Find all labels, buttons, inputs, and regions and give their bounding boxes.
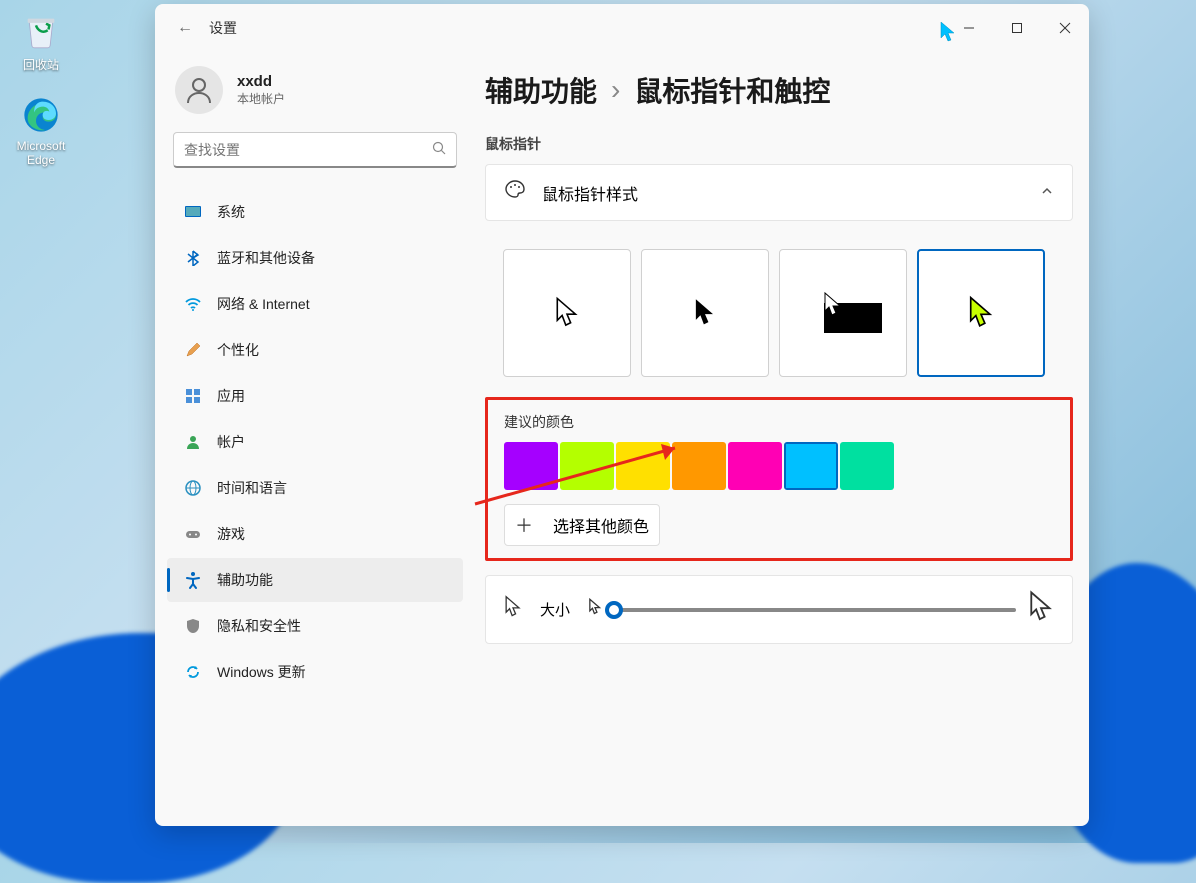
nav-label: 系统 (217, 202, 245, 222)
pointer-size-row: 大小 (485, 575, 1073, 644)
update-icon (183, 662, 203, 682)
breadcrumb-parent[interactable]: 辅助功能 (485, 70, 597, 110)
color-swatch-teal[interactable] (840, 442, 894, 490)
app-title: 设置 (209, 18, 237, 38)
nav-label: 帐户 (217, 432, 245, 452)
display-icon (183, 202, 203, 222)
brush-icon (183, 340, 203, 360)
pointer-style-grid (485, 229, 1073, 391)
edge-browser-icon[interactable]: Microsoft Edge (6, 93, 76, 167)
palette-icon (504, 179, 526, 206)
person-icon (183, 432, 203, 452)
nav-item-personalization[interactable]: 个性化 (167, 328, 463, 372)
chevron-up-icon (1040, 184, 1054, 201)
search-icon (432, 141, 446, 158)
search-input-container[interactable] (173, 132, 457, 168)
minimize-button[interactable] (945, 4, 993, 52)
sidebar: xxdd 本地帐户 系统 蓝牙和其他设备 (155, 52, 475, 826)
wifi-icon (183, 294, 203, 314)
color-swatch-purple[interactable] (504, 442, 558, 490)
nav-item-bluetooth[interactable]: 蓝牙和其他设备 (167, 236, 463, 280)
cursor-small-icon (588, 598, 602, 621)
pointer-style-black[interactable] (641, 249, 769, 377)
accessibility-icon (183, 570, 203, 590)
back-button[interactable]: ← (167, 10, 203, 46)
pointer-style-header[interactable]: 鼠标指针样式 (485, 164, 1073, 221)
user-card[interactable]: xxdd 本地帐户 (163, 60, 467, 132)
settings-window: ← 设置 xxdd 本地帐户 (155, 4, 1089, 826)
color-swatch-yellow[interactable] (616, 442, 670, 490)
user-subtitle: 本地帐户 (237, 90, 285, 107)
suggested-colors-section: 建议的颜色 ＋ 选择其他颜色 (485, 397, 1073, 561)
avatar (175, 66, 223, 114)
suggested-colors-label: 建议的颜色 (504, 412, 1054, 432)
size-label: 大小 (540, 599, 570, 620)
nav-label: 应用 (217, 386, 245, 406)
nav-item-network[interactable]: 网络 & Internet (167, 282, 463, 326)
nav-item-windows-update[interactable]: Windows 更新 (167, 650, 463, 694)
slider-thumb[interactable] (605, 601, 623, 619)
pointer-size-slider[interactable] (614, 608, 1016, 612)
globe-icon (183, 478, 203, 498)
choose-other-color-button[interactable]: ＋ 选择其他颜色 (504, 504, 660, 546)
section-pointer-label: 鼠标指针 (485, 134, 1073, 154)
pointer-style-custom-color[interactable] (917, 249, 1045, 377)
breadcrumb-current: 鼠标指针和触控 (634, 70, 830, 110)
color-swatch-orange[interactable] (672, 442, 726, 490)
breadcrumb: 辅助功能 › 鼠标指针和触控 (485, 70, 1073, 110)
bluetooth-icon (183, 248, 203, 268)
shield-icon (183, 616, 203, 636)
color-swatches (504, 442, 1054, 490)
color-swatch-lime[interactable] (560, 442, 614, 490)
main-content: 辅助功能 › 鼠标指针和触控 鼠标指针 鼠标指针样式 (475, 52, 1089, 826)
maximize-button[interactable] (993, 4, 1041, 52)
nav-label: 个性化 (217, 340, 259, 360)
user-name: xxdd (237, 73, 285, 90)
cursor-large-icon (1028, 590, 1054, 629)
nav-label: Windows 更新 (217, 662, 306, 682)
titlebar: ← 设置 (155, 4, 1089, 52)
nav-label: 辅助功能 (217, 570, 273, 590)
edge-icon (19, 93, 63, 137)
edge-label: Microsoft Edge (6, 139, 76, 167)
nav-label: 游戏 (217, 524, 245, 544)
pointer-style-white[interactable] (503, 249, 631, 377)
pointer-style-label: 鼠标指针样式 (542, 181, 638, 205)
nav-label: 蓝牙和其他设备 (217, 248, 315, 268)
nav-item-accessibility[interactable]: 辅助功能 (167, 558, 463, 602)
nav-item-gaming[interactable]: 游戏 (167, 512, 463, 556)
nav-item-time-language[interactable]: 时间和语言 (167, 466, 463, 510)
nav-item-accounts[interactable]: 帐户 (167, 420, 463, 464)
color-swatch-magenta[interactable] (728, 442, 782, 490)
choose-other-color-label: 选择其他颜色 (553, 513, 649, 537)
breadcrumb-separator: › (611, 74, 620, 106)
close-button[interactable] (1041, 4, 1089, 52)
color-swatch-cyan[interactable] (784, 442, 838, 490)
nav-item-system[interactable]: 系统 (167, 190, 463, 234)
nav-label: 网络 & Internet (217, 294, 310, 314)
apps-icon (183, 386, 203, 406)
plus-icon: ＋ (515, 516, 533, 534)
trash-icon (19, 10, 63, 54)
nav-label: 隐私和安全性 (217, 616, 301, 636)
nav-item-apps[interactable]: 应用 (167, 374, 463, 418)
cursor-icon (504, 595, 522, 624)
search-input[interactable] (184, 142, 432, 158)
recycle-bin-label: 回收站 (23, 56, 59, 73)
pointer-style-inverted[interactable] (779, 249, 907, 377)
nav-label: 时间和语言 (217, 478, 287, 498)
nav-item-privacy[interactable]: 隐私和安全性 (167, 604, 463, 648)
recycle-bin-icon[interactable]: 回收站 (6, 10, 76, 73)
nav-list: 系统 蓝牙和其他设备 网络 & Internet (163, 184, 467, 700)
gamepad-icon (183, 524, 203, 544)
